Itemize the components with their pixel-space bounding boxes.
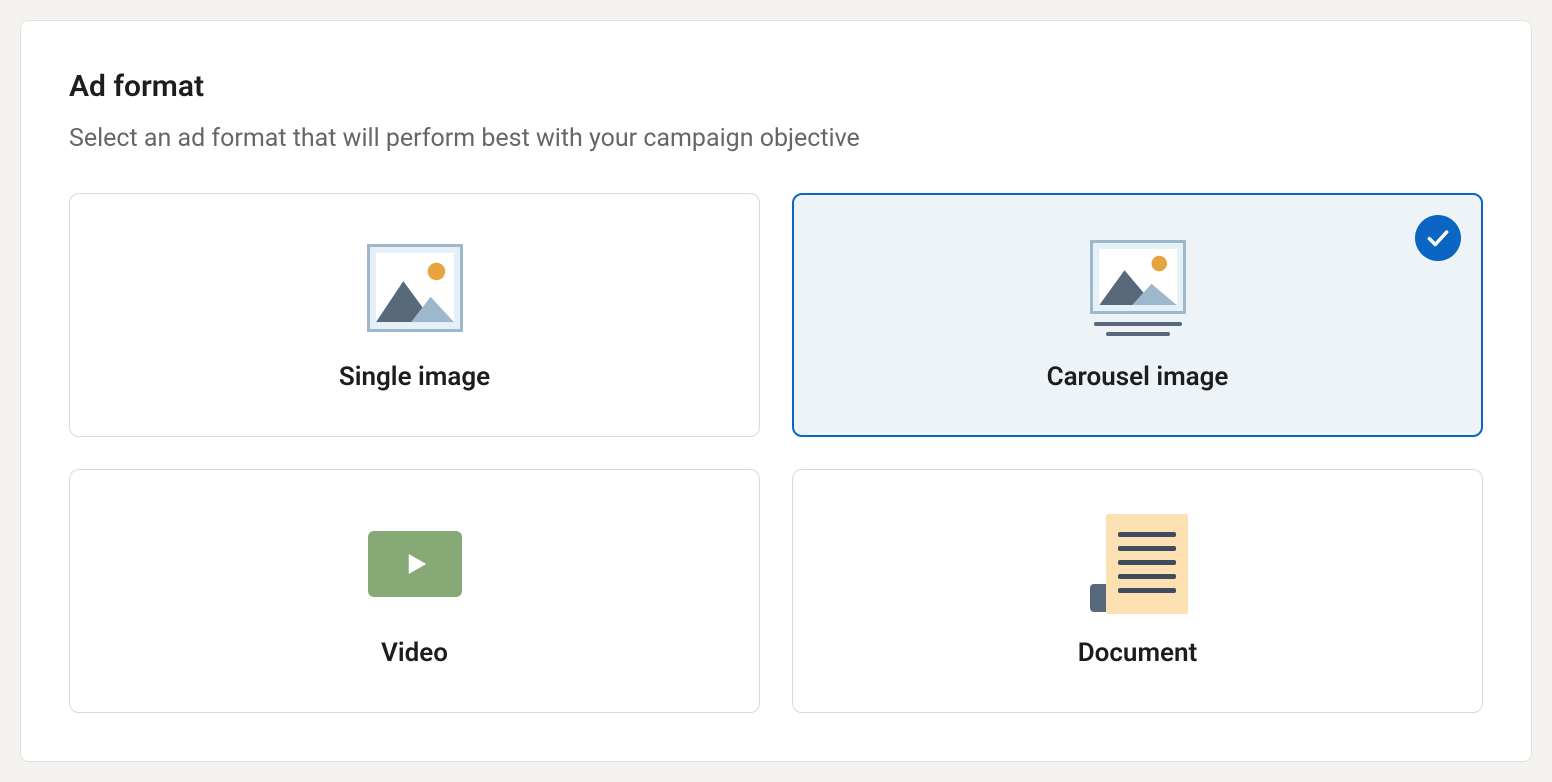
option-video[interactable]: Video: [69, 469, 760, 713]
option-label: Video: [381, 638, 448, 668]
option-single-image[interactable]: Single image: [69, 193, 760, 437]
section-title: Ad format: [69, 69, 1483, 104]
ad-format-options: Single image: [69, 193, 1483, 713]
single-image-icon: [367, 238, 463, 338]
document-icon: [1088, 514, 1188, 614]
carousel-image-icon: [1090, 238, 1186, 338]
ad-format-card: Ad format Select an ad format that will …: [20, 20, 1532, 762]
section-subtitle: Select an ad format that will perform be…: [69, 124, 1483, 153]
option-carousel-image[interactable]: Carousel image: [792, 193, 1483, 437]
selected-check-icon: [1415, 215, 1461, 261]
video-icon: [368, 514, 462, 614]
option-label: Single image: [339, 362, 490, 392]
option-label: Carousel image: [1047, 362, 1229, 392]
option-label: Document: [1078, 638, 1198, 668]
option-document[interactable]: Document: [792, 469, 1483, 713]
